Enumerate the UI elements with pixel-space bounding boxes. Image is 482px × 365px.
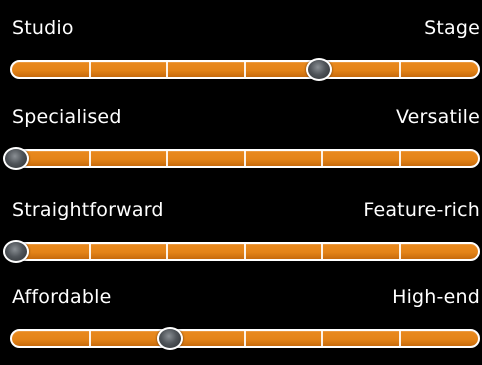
- slider-track[interactable]: [10, 329, 480, 348]
- slider-tick: [321, 151, 323, 166]
- slider-thumb[interactable]: [305, 58, 332, 81]
- slider-thumb[interactable]: [156, 327, 183, 350]
- slider-right-label: Feature-rich: [363, 199, 480, 221]
- slider-left-label: Straightforward: [12, 199, 164, 221]
- slider-right-label: Versatile: [395, 106, 480, 128]
- slider-track[interactable]: [10, 60, 480, 79]
- slider-tick: [398, 244, 401, 259]
- slider-tick: [243, 62, 246, 77]
- slider-tick: [398, 331, 401, 346]
- slider-studio-stage: Studio Stage: [0, 16, 482, 96]
- slider-tick: [398, 62, 401, 77]
- slider-left-label: Affordable: [12, 286, 112, 308]
- slider-tick: [88, 331, 91, 346]
- slider-straightforward-featurerich: Straightforward Feature-rich: [0, 198, 482, 278]
- slider-left-label: Specialised: [12, 106, 122, 128]
- slider-tick: [88, 244, 91, 259]
- slider-tick: [88, 62, 91, 77]
- slider-tick: [398, 151, 401, 166]
- slider-tick: [166, 62, 168, 77]
- slider-tick: [88, 151, 91, 166]
- slider-tick: [243, 151, 246, 166]
- slider-thumb[interactable]: [3, 147, 29, 170]
- slider-specialised-versatile: Specialised Versatile: [0, 105, 482, 185]
- slider-track[interactable]: [10, 242, 480, 261]
- slider-affordable-highend: Affordable High-end: [0, 285, 482, 365]
- slider-tick: [321, 331, 323, 346]
- slider-track[interactable]: [10, 149, 480, 168]
- slider-thumb[interactable]: [3, 240, 29, 263]
- slider-left-label: Studio: [12, 17, 74, 39]
- slider-tick: [166, 244, 168, 259]
- slider-tick: [243, 244, 246, 259]
- slider-tick: [166, 151, 168, 166]
- slider-tick: [321, 244, 323, 259]
- slider-right-label: High-end: [392, 286, 480, 308]
- slider-tick: [243, 331, 246, 346]
- slider-right-label: Stage: [424, 17, 480, 39]
